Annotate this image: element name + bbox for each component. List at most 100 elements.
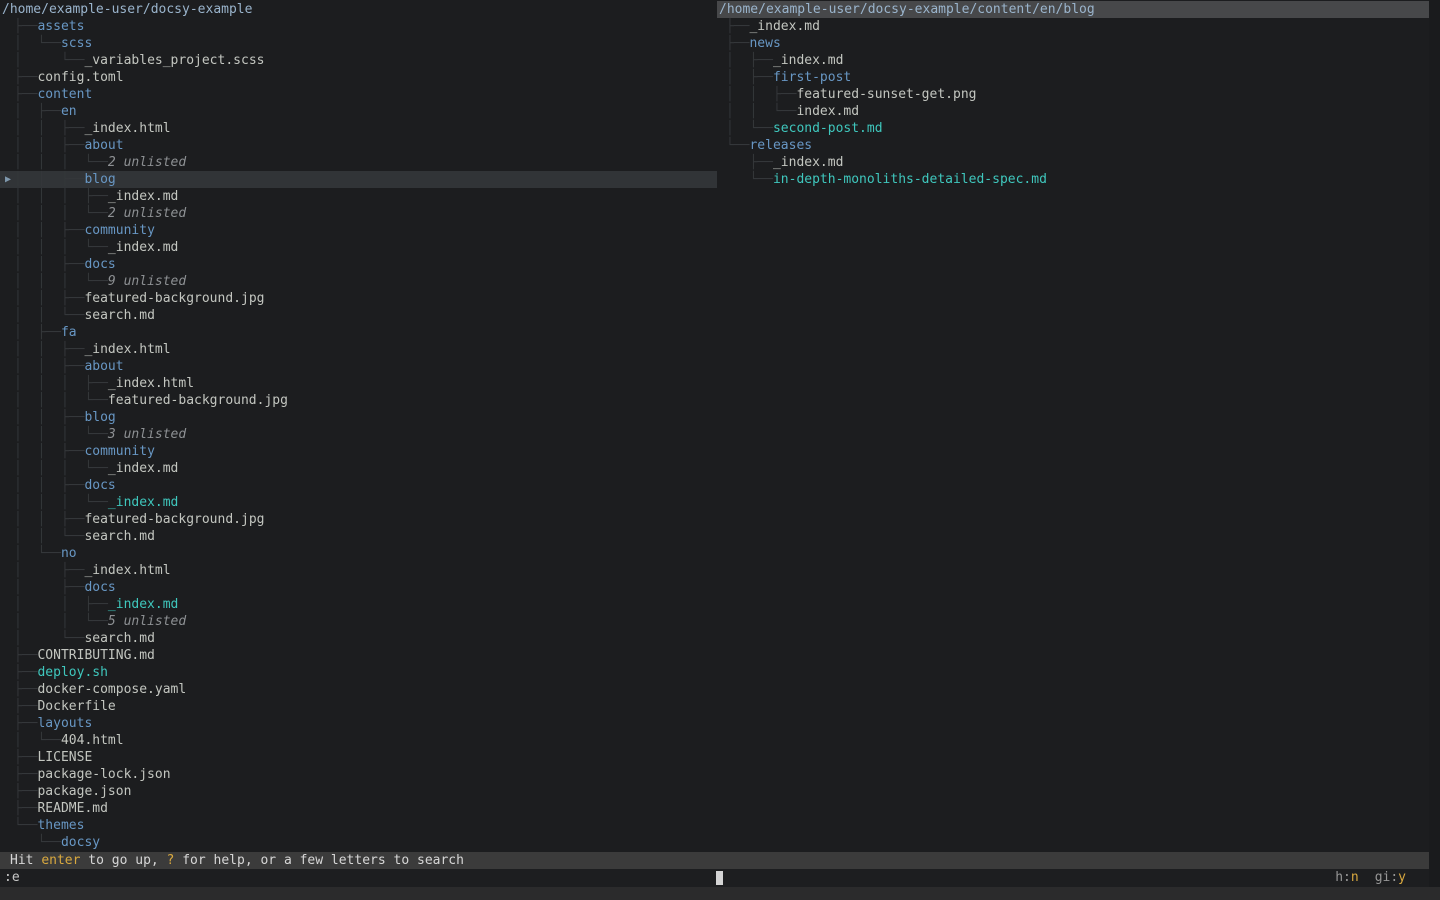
file-name[interactable]: second-post.md — [773, 121, 883, 136]
file-name[interactable]: config.toml — [37, 70, 123, 85]
tree-row[interactable]: ▶│ │ ├──blog — [0, 171, 717, 188]
tree-row[interactable]: │ │ ├──about — [0, 137, 717, 154]
tree-row[interactable]: │ │ ├──_index.html — [0, 120, 717, 137]
tree-row[interactable]: └──in-depth-monoliths-detailed-spec.md — [717, 171, 1429, 188]
tree-row[interactable]: │ │ └──search.md — [0, 307, 717, 324]
directory-name[interactable]: fa — [61, 325, 77, 340]
directory-name[interactable]: blog — [84, 172, 115, 187]
directory-name[interactable]: docs — [84, 257, 115, 272]
file-name[interactable]: _index.md — [108, 597, 178, 612]
tree-row[interactable]: │ │ ├──featured-background.jpg — [0, 290, 717, 307]
file-name[interactable]: featured-sunset-get.png — [796, 87, 976, 102]
file-name[interactable]: _index.md — [108, 240, 178, 255]
unlisted-count[interactable]: 5 unlisted — [108, 614, 186, 629]
file-name[interactable]: CONTRIBUTING.md — [37, 648, 154, 663]
file-name[interactable]: search.md — [84, 529, 154, 544]
unlisted-count[interactable]: 2 unlisted — [108, 155, 186, 170]
tree-row[interactable]: ├──package-lock.json — [0, 766, 717, 783]
tree-row[interactable]: │ │ ├──_index.html — [0, 341, 717, 358]
tree-row[interactable]: │ │ │ ├──_index.md — [0, 188, 717, 205]
file-name[interactable]: featured-background.jpg — [84, 291, 264, 306]
tree-row[interactable]: │ │ └──5 unlisted — [0, 613, 717, 630]
file-name[interactable]: in-depth-monoliths-detailed-spec.md — [773, 172, 1047, 187]
tree-row[interactable]: │ └──_variables_project.scss — [0, 52, 717, 69]
file-name[interactable]: docker-compose.yaml — [37, 682, 186, 697]
tree-row[interactable]: │ │ ├──blog — [0, 409, 717, 426]
tree-row[interactable]: │ │ │ └──featured-background.jpg — [0, 392, 717, 409]
tree-row[interactable]: │ │ ├──_index.md — [0, 596, 717, 613]
directory-name[interactable]: community — [84, 223, 154, 238]
file-name[interactable]: _index.md — [108, 461, 178, 476]
tree-row[interactable]: │ │ │ └──_index.md — [0, 460, 717, 477]
file-name[interactable]: package.json — [37, 784, 131, 799]
tree-row[interactable]: │ ├──first-post — [717, 69, 1429, 86]
tree-row[interactable]: ├──_index.md — [717, 154, 1429, 171]
tree-row[interactable]: ├──layouts — [0, 715, 717, 732]
tree-row[interactable]: ├──README.md — [0, 800, 717, 817]
tree-row[interactable]: │ │ └──search.md — [0, 528, 717, 545]
directory-name[interactable]: layouts — [37, 716, 92, 731]
tree-row[interactable]: │ │ │ └──3 unlisted — [0, 426, 717, 443]
tree-row[interactable]: ├──assets — [0, 18, 717, 35]
tree-row[interactable]: │ ├──docs — [0, 579, 717, 596]
tree-row[interactable]: │ └──scss — [0, 35, 717, 52]
tree-row[interactable]: ├──LICENSE — [0, 749, 717, 766]
file-name[interactable]: search.md — [84, 308, 154, 323]
tree-row[interactable]: ├──config.toml — [0, 69, 717, 86]
tree-row[interactable]: ├──deploy.sh — [0, 664, 717, 681]
command-input-value[interactable]: :e — [4, 869, 20, 887]
unlisted-count[interactable]: 9 unlisted — [108, 274, 186, 289]
directory-name[interactable]: no — [61, 546, 77, 561]
directory-name[interactable]: en — [61, 104, 77, 119]
directory-name[interactable]: about — [84, 138, 123, 153]
tree-row[interactable]: │ ├──_index.md — [717, 52, 1429, 69]
tree-row[interactable]: │ │ ├──about — [0, 358, 717, 375]
directory-name[interactable]: community — [84, 444, 154, 459]
file-name[interactable]: _index.md — [773, 53, 843, 68]
tree-row[interactable]: │ │ ├──community — [0, 443, 717, 460]
tree-row[interactable]: ├──package.json — [0, 783, 717, 800]
file-name[interactable]: index.md — [796, 104, 859, 119]
tree-row[interactable]: │ ├──fa — [0, 324, 717, 341]
tree-row[interactable]: └──docsy — [0, 834, 717, 851]
tree-row[interactable]: ├──Dockerfile — [0, 698, 717, 715]
tree-row[interactable]: │ │ │ └──_index.md — [0, 239, 717, 256]
directory-name[interactable]: news — [749, 36, 780, 51]
file-name[interactable]: LICENSE — [37, 750, 92, 765]
tree-row[interactable]: │ └──second-post.md — [717, 120, 1429, 137]
file-name[interactable]: Dockerfile — [37, 699, 115, 714]
tree-row[interactable]: │ └──404.html — [0, 732, 717, 749]
file-name[interactable]: _index.html — [108, 376, 194, 391]
file-name[interactable]: 404.html — [61, 733, 124, 748]
directory-name[interactable]: themes — [37, 818, 84, 833]
directory-name[interactable]: docs — [84, 478, 115, 493]
tree-row[interactable]: │ │ │ └──2 unlisted — [0, 205, 717, 222]
tree-row[interactable]: │ │ │ ├──_index.html — [0, 375, 717, 392]
tree-row[interactable]: ├──docker-compose.yaml — [0, 681, 717, 698]
tree-row[interactable]: │ │ │ └──_index.md — [0, 494, 717, 511]
directory-name[interactable]: assets — [37, 19, 84, 34]
tree-row[interactable]: │ ├──_index.html — [0, 562, 717, 579]
tree-row[interactable]: │ ├──en — [0, 103, 717, 120]
file-name[interactable]: _index.html — [84, 342, 170, 357]
file-name[interactable]: _index.html — [84, 563, 170, 578]
tree-row[interactable]: │ │ ├──community — [0, 222, 717, 239]
tree-row[interactable]: │ │ │ └──2 unlisted — [0, 154, 717, 171]
tree-row[interactable]: └──releases — [717, 137, 1429, 154]
file-name[interactable]: deploy.sh — [37, 665, 107, 680]
tree-row[interactable]: ├──CONTRIBUTING.md — [0, 647, 717, 664]
file-name[interactable]: _index.md — [773, 155, 843, 170]
tree-row[interactable]: ├──_index.md — [717, 18, 1429, 35]
tree-row[interactable]: │ └──no — [0, 545, 717, 562]
tree-row[interactable]: │ │ ├──featured-background.jpg — [0, 511, 717, 528]
tree-row[interactable]: │ │ ├──featured-sunset-get.png — [717, 86, 1429, 103]
directory-name[interactable]: releases — [749, 138, 812, 153]
file-name[interactable]: featured-background.jpg — [108, 393, 288, 408]
file-name[interactable]: search.md — [84, 631, 154, 646]
command-input-line[interactable]: :e h:ngi:y — [0, 869, 1429, 887]
file-name[interactable]: README.md — [37, 801, 107, 816]
directory-name[interactable]: about — [84, 359, 123, 374]
file-name[interactable]: _index.html — [84, 121, 170, 136]
tree-row[interactable]: ├──news — [717, 35, 1429, 52]
unlisted-count[interactable]: 2 unlisted — [108, 206, 186, 221]
